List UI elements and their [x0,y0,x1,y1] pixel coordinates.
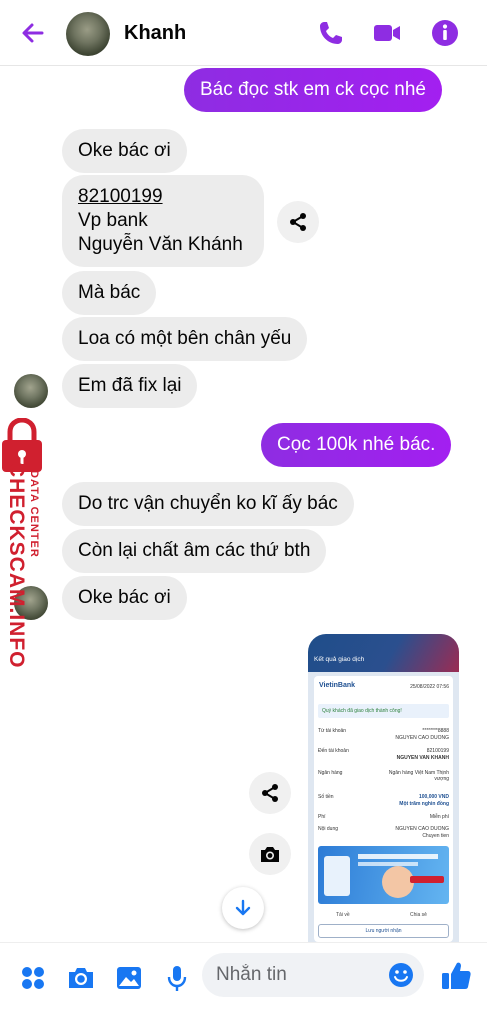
back-arrow-icon[interactable] [18,18,48,48]
camera-icon[interactable] [66,963,96,993]
row-value: 82100199 [426,748,449,754]
row-label: Đến tài khoản [318,748,349,754]
row-label: Từ tài khoản [318,728,347,734]
scroll-to-bottom-button[interactable] [222,887,264,929]
success-banner: Quý khách đã giao dịch thành công! [318,704,449,718]
success-text: Quý khách đã giao dịch thành công! [322,708,402,714]
share-button[interactable] [277,201,319,243]
receipt-header: Kết quả giao dịch [308,634,459,672]
message-composer-bar [0,942,487,1024]
video-icon[interactable] [372,18,402,48]
emoji-icon[interactable] [388,962,414,988]
share-button[interactable] [249,772,291,814]
download-link[interactable]: Tải về [336,912,350,918]
arrow-down-icon [235,899,251,916]
row-value: Ngân hàng Việt Nam Thịnh vượng [388,770,449,782]
row-label: Ngân hàng [318,770,343,776]
message-bubble-incoming[interactable]: Oke bác ơi [62,576,187,620]
receipt-title: Kết quả giao dịch [314,656,365,663]
watermark-subtitle: DATA CENTER [28,470,40,558]
apps-icon[interactable] [18,963,48,993]
row-value: ********8888 [422,728,449,734]
row-label: Nội dung [318,826,339,832]
phone-icon[interactable] [316,18,346,48]
promo-illustration-icon [324,854,444,898]
microphone-icon[interactable] [162,963,192,993]
message-bubble-account-info[interactable]: 82100199 Vp bank Nguyễn Văn Khánh [62,175,264,267]
contact-avatar-small [14,374,48,408]
share-icon [262,784,278,802]
like-icon[interactable] [440,959,472,991]
row-sub: NGUYEN VAN KHANH [396,755,449,761]
message-bubble-incoming[interactable]: Do trc vận chuyển ko kĩ ấy bác [62,482,354,526]
watermark-title: CHECKSCAM.INFO [5,462,28,669]
row-sub: Chuyen tien [422,833,449,839]
bank-name-text: Vp bank [78,210,148,231]
message-bubble-incoming[interactable]: Loa có một bên chân yếu [62,317,308,361]
message-input[interactable] [216,953,386,997]
receipt-image[interactable]: Kết quả giao dịch VietinBank 25/08/2022 … [308,634,459,942]
message-bubble-incoming[interactable]: Còn lại chất âm các thứ bth [62,529,327,573]
message-bubble-outgoing[interactable]: Cọc 100k nhé bác. [261,423,452,467]
message-bubble-incoming[interactable]: Oke bác ơi [62,129,187,173]
row-sub: NGUYEN CAO DUONG [395,735,449,741]
message-input-container [202,953,424,997]
promo-banner [318,846,449,904]
camera-icon [261,847,279,862]
row-sub: Một trăm nghìn đồng [399,801,449,807]
contact-avatar[interactable] [66,12,110,56]
message-bubble-incoming[interactable]: Em đã fix lại [62,364,198,408]
row-label: Số tiền [318,794,334,800]
contact-name[interactable]: Khanh [124,22,186,45]
save-photo-button[interactable] [249,833,291,875]
share-icon [290,213,306,231]
account-number-link[interactable]: 82100199 [78,185,248,209]
save-receiver-button[interactable]: Lưu người nhận [318,924,449,938]
row-value: 100,000 VND [418,794,449,800]
chat-header: Khanh [0,0,487,66]
share-link[interactable]: Chia sẻ [410,912,427,918]
receipt-card: VietinBank 25/08/2022 07:56 Quý khách đã… [314,676,453,942]
message-bubble-outgoing[interactable]: Bác đọc stk em ck cọc nhé [184,68,442,112]
account-holder-text: Nguyễn Văn Khánh [78,234,243,255]
info-icon[interactable] [430,18,460,48]
bank-logo: VietinBank [319,682,356,689]
row-value: NGUYEN CAO DUONG [395,826,449,832]
row-value: Miễn phí [429,814,449,820]
gallery-icon[interactable] [114,963,144,993]
receipt-timestamp: 25/08/2022 07:56 [410,684,449,690]
row-label: Phí [318,814,326,820]
message-bubble-incoming[interactable]: Mà bác [62,271,157,315]
